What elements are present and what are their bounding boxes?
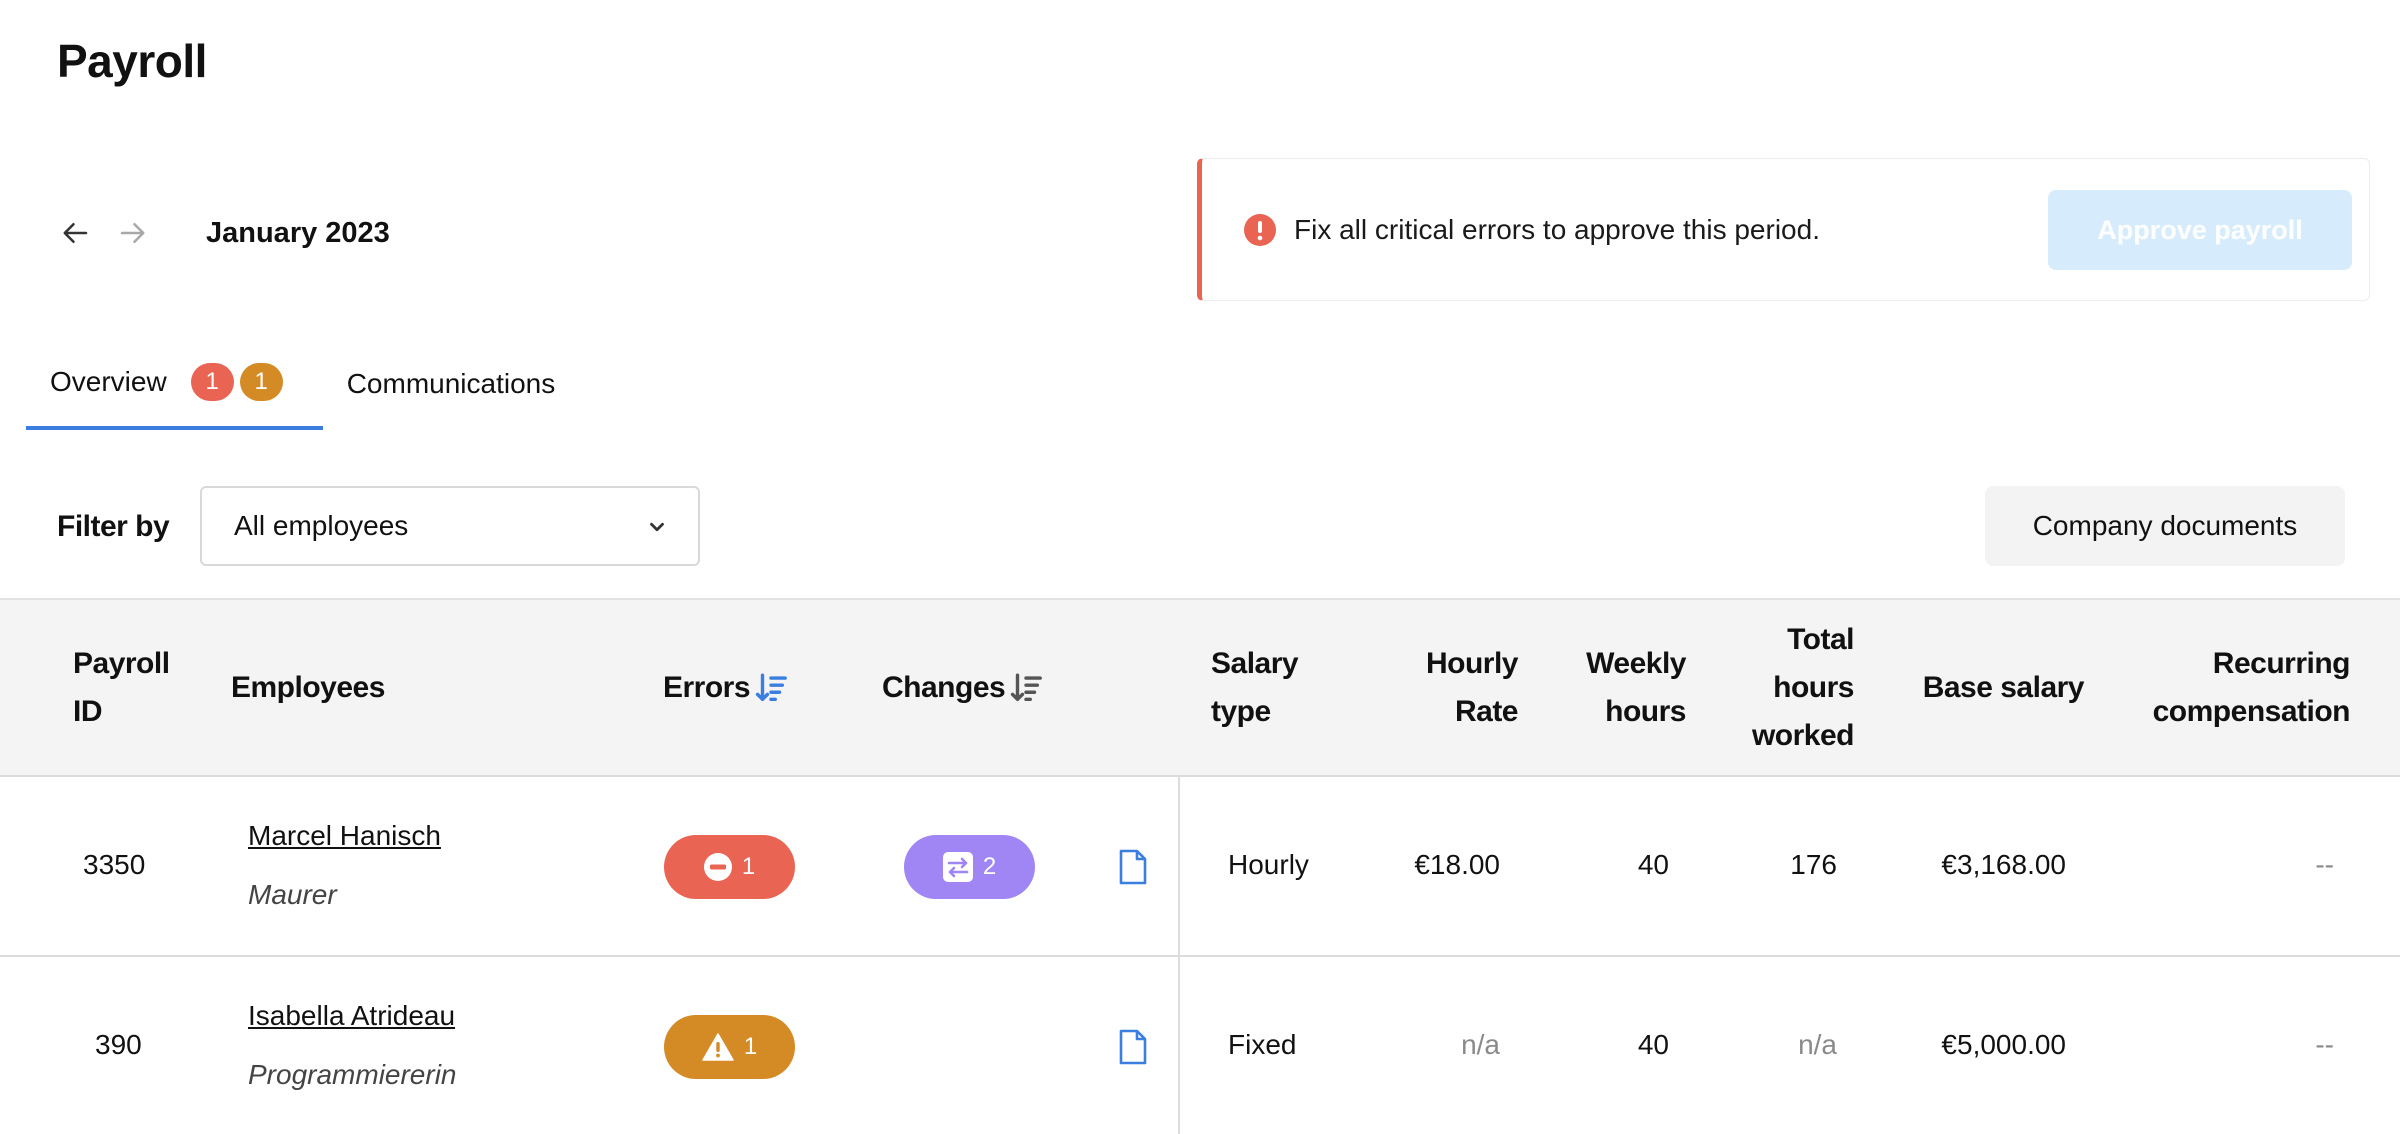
filter-label: Filter by xyxy=(57,510,170,543)
page-title: Payroll xyxy=(57,35,207,87)
salary-type: Hourly xyxy=(1228,849,1309,880)
error-count: 1 xyxy=(741,853,756,880)
tab-bar: Overview 1 1 Communications xyxy=(26,348,555,430)
warning-triangle-icon xyxy=(702,1033,734,1061)
change-count: 2 xyxy=(982,853,997,880)
sort-descending-icon xyxy=(1011,673,1043,702)
document-icon[interactable] xyxy=(1118,849,1148,885)
sort-descending-icon xyxy=(755,673,787,702)
warning-count-badge: 1 xyxy=(239,363,283,401)
critical-error-banner: Fix all critical errors to approve this … xyxy=(1197,158,2370,301)
header-total-hours: Total hours worked xyxy=(1751,623,1855,752)
tab-communications[interactable]: Communications xyxy=(347,348,556,430)
document-icon[interactable] xyxy=(1118,1029,1148,1065)
tab-communications-label: Communications xyxy=(346,368,556,399)
employee-role: Maurer xyxy=(248,879,337,910)
header-payroll-id: Payroll ID xyxy=(73,647,170,728)
tab-overview[interactable]: Overview 1 1 xyxy=(26,348,323,430)
payroll-id: 390 xyxy=(95,1029,142,1060)
header-base-salary: Base salary xyxy=(1922,671,2085,704)
total-hours: n/a xyxy=(1798,1029,1837,1060)
payroll-table: Payroll ID Employees Errors Changes Sala… xyxy=(0,598,2400,1134)
critical-error-pill[interactable]: 1 xyxy=(664,835,795,899)
period-label: January 2023 xyxy=(206,216,390,249)
employee-name-link[interactable]: Marcel Hanisch xyxy=(248,820,441,852)
header-changes-label: Changes xyxy=(882,671,1006,704)
header-salary-type: Salary type xyxy=(1211,647,1299,728)
salary-type: Fixed xyxy=(1228,1029,1297,1060)
table-row: 390 Isabella Atrideau Programmiererin 1 … xyxy=(0,957,2400,1134)
filter-selected-value: All employees xyxy=(234,510,409,541)
banner-message: Fix all critical errors to approve this … xyxy=(1294,213,1820,245)
header-employees: Employees xyxy=(231,671,385,704)
arrow-left-icon xyxy=(63,223,88,243)
company-documents-button[interactable]: Company documents xyxy=(1985,486,2345,566)
base-salary: €3,168.00 xyxy=(1941,849,2066,880)
base-salary: €5,000.00 xyxy=(1941,1029,2066,1060)
warning-count: 1 xyxy=(743,1033,758,1060)
no-entry-icon xyxy=(703,853,732,881)
recurring-compensation: -- xyxy=(2315,849,2334,880)
header-errors-label: Errors xyxy=(663,671,751,704)
employee-filter-select[interactable]: All employees xyxy=(200,486,700,566)
payroll-id: 3350 xyxy=(83,849,146,880)
tab-overview-label: Overview xyxy=(50,366,167,397)
employee-name-link[interactable]: Isabella Atrideau xyxy=(248,1000,455,1032)
hourly-rate: €18.00 xyxy=(1414,849,1500,880)
table-row: 3350 Marcel Hanisch Maurer 1 2 Hourly €1… xyxy=(0,777,2400,957)
table-header: Payroll ID Employees Errors Changes Sala… xyxy=(0,598,2400,777)
swap-arrows-icon xyxy=(942,852,973,882)
employee-role: Programmiererin xyxy=(248,1059,457,1090)
header-errors[interactable]: Errors xyxy=(663,664,788,712)
period-navigation: January 2023 xyxy=(56,208,390,258)
previous-period-button[interactable] xyxy=(56,213,96,253)
chevron-down-icon xyxy=(650,522,664,532)
header-hourly-rate: Hourly Rate xyxy=(1425,647,1519,728)
recurring-compensation: -- xyxy=(2315,1029,2334,1060)
next-period-button[interactable] xyxy=(112,213,152,253)
changes-pill[interactable]: 2 xyxy=(904,835,1035,899)
header-changes[interactable]: Changes xyxy=(882,664,1043,712)
weekly-hours: 40 xyxy=(1637,1029,1669,1060)
header-weekly-hours: Weekly hours xyxy=(1586,647,1686,728)
exclamation-circle-icon xyxy=(1244,213,1276,246)
total-hours: 176 xyxy=(1790,849,1837,880)
weekly-hours: 40 xyxy=(1637,849,1669,880)
warning-pill[interactable]: 1 xyxy=(664,1015,795,1079)
header-recurring-compensation: Recurring compensation xyxy=(2152,647,2351,728)
arrow-right-icon xyxy=(120,223,145,243)
approve-payroll-button[interactable]: Approve payroll xyxy=(2048,190,2352,270)
critical-error-count-badge: 1 xyxy=(190,363,234,401)
hourly-rate: n/a xyxy=(1461,1029,1500,1060)
